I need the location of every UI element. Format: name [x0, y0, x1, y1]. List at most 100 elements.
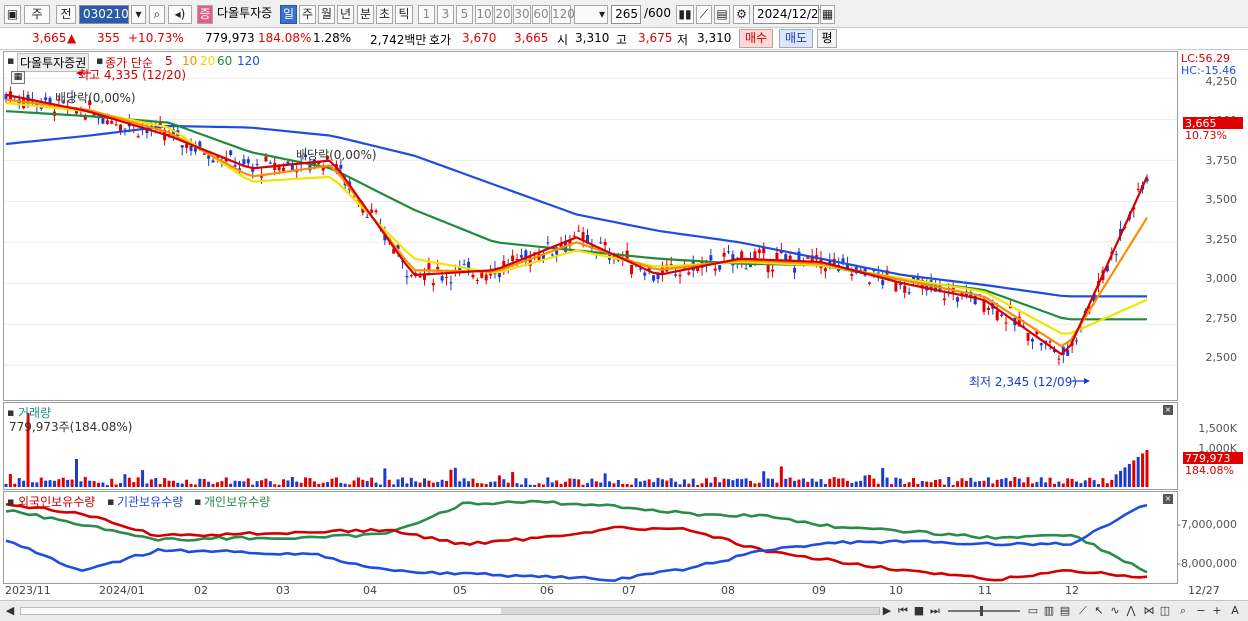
interval-dropdown[interactable]: ▾ [574, 5, 608, 24]
camera-icon[interactable]: ◫ [1158, 604, 1172, 618]
speaker-icon[interactable]: ◂) [168, 5, 192, 24]
candle-body [581, 232, 585, 240]
volume-bar [506, 482, 510, 487]
close-icon[interactable]: × [1163, 494, 1173, 504]
buy-button[interactable]: 매수 [739, 29, 773, 48]
date-input[interactable]: 2024/12/27 [753, 5, 826, 24]
price-y-axis: LC:56.29 HC:-15.46 4,250 4,000 3,750 3,5… [1179, 51, 1245, 401]
period-week[interactable]: 주 [299, 5, 316, 24]
price-panel[interactable]: ▪ 다올투자증권 ▪ 종가 단순 5 10 20 60 120 ▦ 최고 4,3… [3, 51, 1178, 401]
chevron-down-icon[interactable]: ▾ [131, 5, 146, 24]
pattern-icon[interactable]: ⋀ [1124, 604, 1138, 618]
candle-body [374, 210, 378, 213]
interval-10[interactable]: 10 [475, 5, 493, 24]
eval-button[interactable]: 평 [817, 29, 837, 48]
volume-bar [519, 484, 523, 487]
volume-bar [674, 481, 678, 487]
volume-bar [1044, 482, 1048, 487]
interval-120[interactable]: 120 [551, 5, 575, 24]
period-minute[interactable]: 분 [357, 5, 374, 24]
line-icon[interactable]: ⟋ [1076, 604, 1090, 618]
crosshair-icon[interactable]: ▭ [1026, 604, 1040, 618]
volume-bar [735, 478, 739, 487]
scroll-left-icon[interactable]: ◀ [3, 604, 17, 618]
interval-60[interactable]: 60 [532, 5, 550, 24]
volume-rate-tag: 184.08% [1183, 464, 1243, 477]
zoom-icon[interactable]: ⌕ [1176, 604, 1190, 618]
turnover-rate: 1.28% [313, 31, 352, 45]
volume-bar [616, 479, 620, 487]
cursor-icon[interactable]: ↖ [1092, 604, 1106, 618]
stop-icon[interactable]: ■ [912, 604, 926, 618]
close-icon[interactable]: × [1163, 405, 1173, 415]
trend-icon[interactable]: ∿ [1108, 604, 1122, 618]
volume-chart[interactable] [4, 403, 1177, 489]
volume-bar [704, 478, 708, 487]
volume-bar [942, 484, 946, 487]
draw-icon[interactable]: ⟋ [696, 5, 712, 24]
volume-bar [220, 481, 224, 487]
interval-1[interactable]: 1 [418, 5, 435, 24]
candle-body [894, 281, 898, 292]
search-icon[interactable]: ⌕ [149, 5, 165, 24]
grid-icon[interactable]: ▦ [11, 71, 25, 84]
period-selector[interactable]: 주 [24, 5, 50, 24]
ma-line-10 [5, 98, 1148, 348]
volume-bar [876, 483, 880, 487]
layout-icon[interactable]: ▣ [4, 5, 21, 24]
volume-bar [947, 477, 951, 487]
interval-5[interactable]: 5 [456, 5, 473, 24]
quote-bar: 3,665 ▲ 355 +10.73% 779,973 184.08% 1.28… [0, 28, 1248, 50]
prev-button[interactable]: 전 [56, 5, 76, 24]
plus-icon[interactable]: + [1210, 604, 1224, 618]
volume-bar [687, 483, 691, 487]
compare-icon[interactable]: ⋈ [1142, 604, 1156, 618]
gear-icon[interactable]: ⚙ [733, 5, 750, 24]
first-icon[interactable]: ⏮ [896, 604, 910, 618]
period-month[interactable]: 월 [318, 5, 335, 24]
volume-bar [211, 484, 215, 487]
sell-button[interactable]: 매도 [779, 29, 813, 48]
bar-count-input[interactable]: 265 [611, 5, 641, 24]
save-icon[interactable]: ▤ [714, 5, 730, 24]
scrollbar-thumb[interactable] [501, 608, 879, 614]
volume-panel[interactable]: ▪ 거래량 779,973주(184.08%) × [3, 402, 1178, 490]
candle-body [1004, 322, 1008, 324]
holdings-y-axis: -7,000,000 -8,000,000 [1177, 491, 1245, 584]
volume-bar [669, 478, 673, 487]
candle-body [123, 128, 127, 130]
candle-body [511, 255, 515, 261]
candle-body [427, 263, 431, 270]
minus-icon[interactable]: − [1194, 604, 1208, 618]
volume-bar [378, 484, 382, 487]
interval-3[interactable]: 3 [437, 5, 454, 24]
zoom-slider-handle[interactable] [980, 606, 983, 616]
interval-30[interactable]: 30 [513, 5, 531, 24]
scrollbar-track[interactable] [20, 607, 880, 615]
y-tick: 3,500 [1205, 193, 1238, 206]
calendar-icon[interactable]: ▦ [820, 5, 835, 24]
last-icon[interactable]: ⏭ [928, 604, 942, 618]
price-chart[interactable] [4, 52, 1177, 400]
font-size-icon[interactable]: A [1228, 604, 1242, 618]
period-second[interactable]: 초 [376, 5, 393, 24]
interval-20[interactable]: 20 [494, 5, 512, 24]
chart-type-icon[interactable]: ▤ [1058, 604, 1072, 618]
candle-icon[interactable]: ▮▮ [676, 5, 694, 24]
period-tick[interactable]: 틱 [395, 5, 413, 24]
volume-bar [92, 481, 96, 487]
stock-code-input[interactable]: 030210 [79, 5, 129, 24]
volume-bar [916, 484, 920, 487]
scroll-right-icon[interactable]: ▶ [880, 604, 894, 618]
bars-icon[interactable]: ▥ [1042, 604, 1056, 618]
x-tick: 2023/11 [5, 584, 51, 597]
open-price: 3,310 [575, 31, 610, 45]
volume-bar [193, 484, 197, 487]
holdings-panel[interactable]: ▪ 외국인보유수량 ▪ 기관보유수량 ▪ 개인보유수량 × [3, 491, 1178, 584]
period-year[interactable]: 년 [337, 5, 354, 24]
volume-bar [788, 477, 792, 487]
panel-marker-icon: ▪ [194, 495, 202, 508]
period-day[interactable]: 일 [280, 5, 297, 24]
zoom-slider[interactable] [948, 606, 1020, 616]
volume-bar [837, 478, 841, 487]
